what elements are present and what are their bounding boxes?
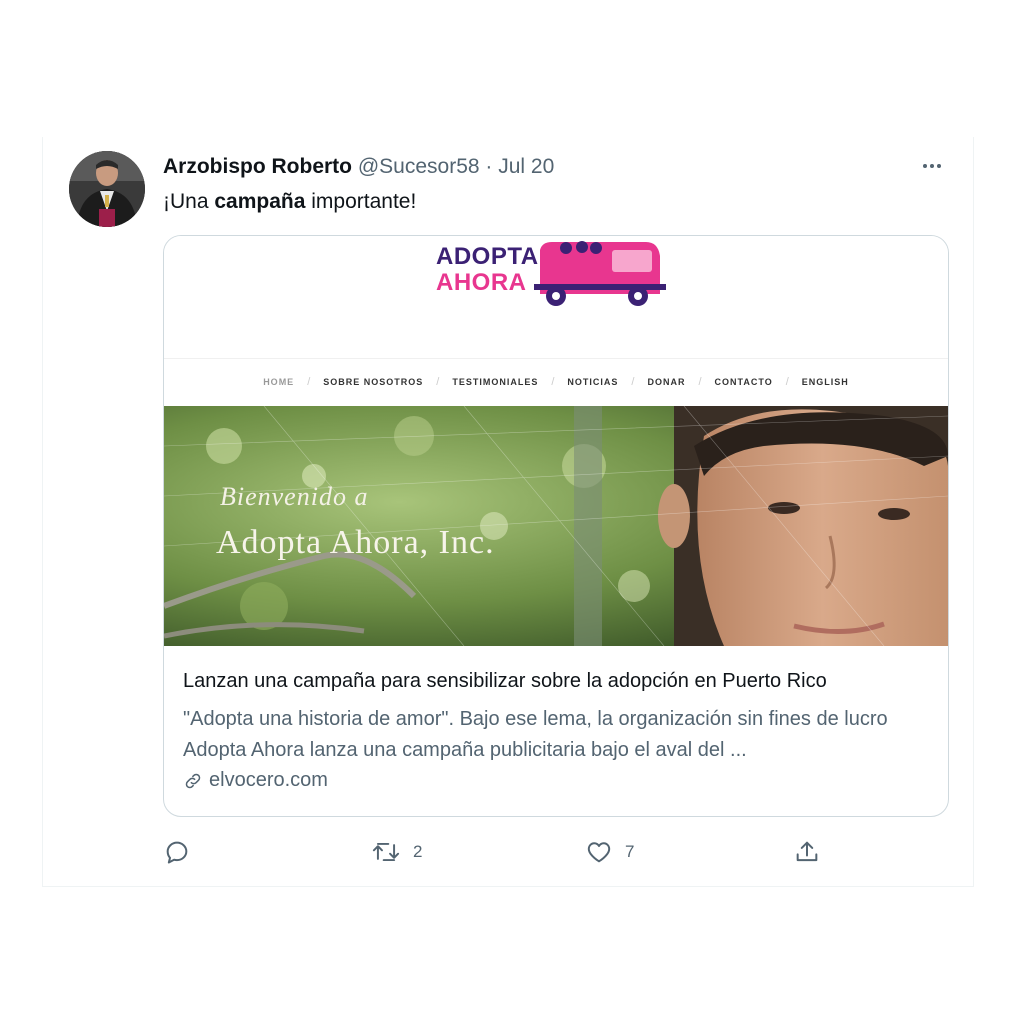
adopta-ahora-logo: ADOPTA AHORA: [436, 240, 676, 308]
author-handle[interactable]: @Sucesor58: [358, 155, 480, 178]
link-icon: [185, 773, 201, 788]
tweet-date[interactable]: Jul 20: [498, 155, 554, 178]
nav-noticias: NOTICIAS: [567, 377, 619, 387]
nav-separator: /: [698, 376, 702, 388]
logo-line1: ADOPTA: [436, 243, 539, 270]
card-description: "Adopta una historia de amor". Bajo ese …: [183, 708, 888, 761]
tweet-text-pre: ¡Una: [163, 190, 215, 213]
heart-icon: [587, 842, 611, 863]
hero-banner: Bienvenido a Adopta Ahora, Inc.: [164, 406, 948, 646]
nav-separator: /: [785, 376, 789, 388]
avatar[interactable]: [69, 151, 145, 227]
card-image[interactable]: ADOPTA AHORA HOME / SOBRE NOSOTROS / TES…: [164, 236, 948, 646]
nav-separator: /: [307, 376, 311, 388]
nav-testimoniales: TESTIMONIALES: [452, 377, 539, 387]
tweet-actions: 2 7: [163, 837, 963, 867]
like-button[interactable]: 7: [585, 837, 634, 867]
tweet-header: Arzobispo Roberto @Sucesor58 · Jul 20: [163, 152, 554, 182]
nav-separator: /: [551, 376, 555, 388]
reply-button[interactable]: [163, 837, 191, 867]
author-name[interactable]: Arzobispo Roberto: [163, 155, 352, 178]
card-domain[interactable]: elvocero.com: [183, 769, 328, 792]
avatar-image: [69, 151, 145, 227]
card-site-nav: HOME / SOBRE NOSOTROS / TESTIMONIALES / …: [164, 358, 948, 405]
tweet-text-bold: campaña: [214, 190, 306, 213]
nav-donar: DONAR: [647, 377, 686, 387]
nav-home: HOME: [263, 377, 295, 387]
nav-english: ENGLISH: [801, 377, 849, 387]
like-count: 7: [625, 842, 635, 861]
van-icon: [534, 241, 666, 306]
retweet-count: 2: [413, 842, 423, 861]
card-domain-text: elvocero.com: [209, 769, 328, 791]
card-title[interactable]: Lanzan una campaña para sensibilizar sob…: [183, 670, 827, 693]
logo-line2: AHORA: [436, 269, 527, 296]
link-card[interactable]: ADOPTA AHORA HOME / SOBRE NOSOTROS / TES…: [163, 235, 949, 817]
share-button[interactable]: [793, 837, 821, 867]
hero-org-name: Adopta Ahora, Inc.: [216, 524, 495, 561]
share-icon: [796, 841, 818, 862]
nav-separator: /: [631, 376, 635, 388]
retweet-button[interactable]: 2: [371, 837, 422, 867]
nav-contacto: CONTACTO: [714, 377, 773, 387]
nav-sobre-nosotros: SOBRE NOSOTROS: [323, 377, 424, 387]
tweet-text: ¡Una campaña importante!: [163, 187, 416, 217]
hero-welcome-text: Bienvenido a: [220, 482, 369, 511]
tweet[interactable]: Arzobispo Roberto @Sucesor58 · Jul 20 ¡U…: [42, 137, 974, 887]
separator-dot: ·: [485, 155, 493, 178]
tweet-text-post: importante!: [305, 190, 417, 213]
more-options-icon[interactable]: [917, 153, 947, 179]
reply-icon: [166, 841, 188, 864]
retweet-icon: [372, 842, 400, 862]
nav-separator: /: [436, 376, 440, 388]
